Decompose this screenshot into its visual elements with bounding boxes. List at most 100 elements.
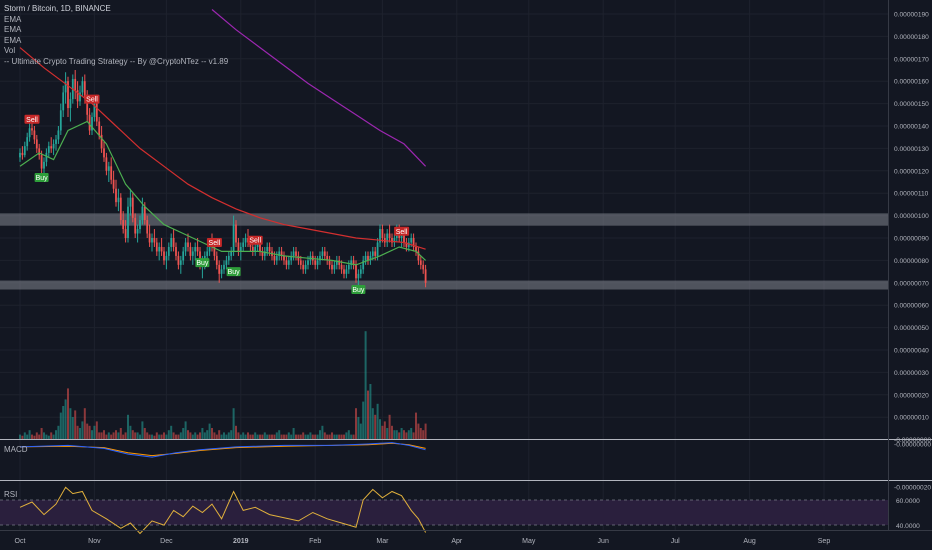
volume-bar — [275, 432, 278, 439]
candle-body — [206, 251, 209, 256]
volume-bar — [26, 434, 29, 439]
ema-label-3[interactable]: EMA — [4, 36, 228, 47]
volume-bar — [45, 434, 48, 439]
price-axis[interactable]: 0.00000190 0.00000180 0.00000170 0.00000160… — [894, 12, 931, 531]
volume-bar — [220, 434, 223, 439]
volume-bar — [69, 408, 72, 439]
volume-bar — [148, 434, 151, 439]
volume-bar — [395, 430, 398, 439]
volume-bar — [359, 423, 362, 439]
candle-body — [364, 255, 367, 261]
ema-label-1[interactable]: EMA — [4, 15, 228, 26]
candle-body — [148, 233, 151, 243]
volume-bar — [410, 428, 413, 439]
buy-signal[interactable]: Buy — [351, 285, 366, 295]
volume-bar — [247, 432, 249, 439]
volume-bar — [407, 430, 410, 439]
rsi-label[interactable]: RSI — [4, 490, 17, 499]
volume-bar — [107, 432, 110, 439]
volume-bar — [230, 430, 233, 439]
candle-body — [31, 128, 33, 131]
candle-body — [175, 246, 177, 256]
candle-body — [331, 264, 333, 270]
candle-body — [285, 260, 288, 265]
volume-bar — [71, 417, 74, 439]
time-tick-label: Jun — [598, 538, 609, 545]
macd-signal-line — [19, 442, 426, 457]
volume-bar — [307, 434, 309, 439]
buy-signal[interactable]: Buy — [195, 258, 210, 268]
volume-bar — [280, 434, 283, 439]
volume-bar — [242, 432, 245, 439]
candle-body — [321, 251, 324, 256]
candle-body — [35, 139, 38, 149]
sell-signal[interactable]: Sell — [24, 114, 40, 124]
volume-bar — [160, 434, 163, 439]
sell-signal[interactable]: Sell — [206, 237, 222, 247]
volume-bar — [273, 434, 276, 439]
rsi-tick-label: 60.0000 — [896, 498, 920, 505]
ema-slow-line — [211, 9, 427, 167]
volume-bar — [28, 430, 31, 439]
macd-label[interactable]: MACD — [4, 445, 28, 454]
symbol-title[interactable]: Storm / Bitcoin, 1D, BINANCE — [4, 4, 228, 15]
candle-body — [230, 251, 233, 256]
volume-bar — [115, 430, 117, 439]
sell-signal[interactable]: Sell — [394, 226, 410, 236]
volume-bar — [271, 434, 273, 439]
chart-canvas[interactable]: Sell Buy Sell Sell Buy Buy Sell Buy Sell 0.00000… — [0, 0, 932, 550]
sell-signal[interactable]: Sell — [84, 94, 100, 104]
candle-body — [139, 220, 141, 230]
candle-body — [275, 255, 278, 261]
volume-bar — [146, 432, 149, 439]
volume-bar — [122, 434, 125, 439]
candle-body — [28, 128, 31, 138]
volume-bar — [309, 432, 312, 439]
candle-body — [179, 260, 182, 265]
candle-body — [220, 269, 223, 274]
volume-bar — [196, 434, 199, 439]
pane-separators[interactable] — [0, 0, 932, 530]
time-tick-label: May — [522, 538, 536, 545]
buy-signal[interactable]: Buy — [226, 267, 241, 277]
volume-bar — [328, 434, 331, 439]
volume-bar — [343, 434, 345, 439]
volume-bar — [179, 432, 182, 439]
volume-bar — [376, 403, 379, 439]
volume-bar — [191, 434, 194, 439]
candle-body — [143, 206, 146, 221]
candle-body — [141, 206, 144, 221]
volume-bar — [189, 432, 192, 439]
ema-label-2[interactable]: EMA — [4, 25, 228, 36]
candle-body — [218, 264, 221, 274]
volume-bar — [266, 434, 269, 439]
volume-bar — [64, 399, 67, 439]
volume-bar — [374, 414, 377, 439]
candle-body — [26, 137, 29, 147]
volume-bar — [369, 384, 372, 439]
price-tick-label: 0.00000130 — [894, 146, 929, 153]
volume-bar — [177, 434, 180, 439]
volume-bar — [95, 421, 98, 439]
candle-body — [112, 179, 115, 189]
candle-body — [38, 148, 41, 156]
volume-bar — [235, 425, 237, 439]
time-tick-label: Dec — [160, 538, 173, 545]
volume-bar — [345, 432, 348, 439]
buy-signal[interactable]: Buy — [34, 173, 49, 183]
sell-signal[interactable]: Sell — [247, 235, 263, 245]
volume-label[interactable]: Vol — [4, 46, 228, 57]
volume-bar — [100, 432, 103, 439]
volume-bar — [239, 434, 242, 439]
volume-bar — [225, 434, 228, 439]
volume-bar — [134, 432, 137, 439]
price-tick-label: 0.00000010 — [894, 415, 929, 422]
candle-body — [98, 121, 101, 135]
candle-body — [127, 206, 129, 238]
candle-body — [50, 146, 53, 149]
candle-body — [170, 238, 173, 247]
strategy-label[interactable]: -- Ultimate Crypto Trading Strategy -- B… — [4, 57, 228, 68]
candle-body — [165, 255, 168, 261]
candle-body — [158, 246, 161, 252]
candle-body — [21, 152, 24, 156]
